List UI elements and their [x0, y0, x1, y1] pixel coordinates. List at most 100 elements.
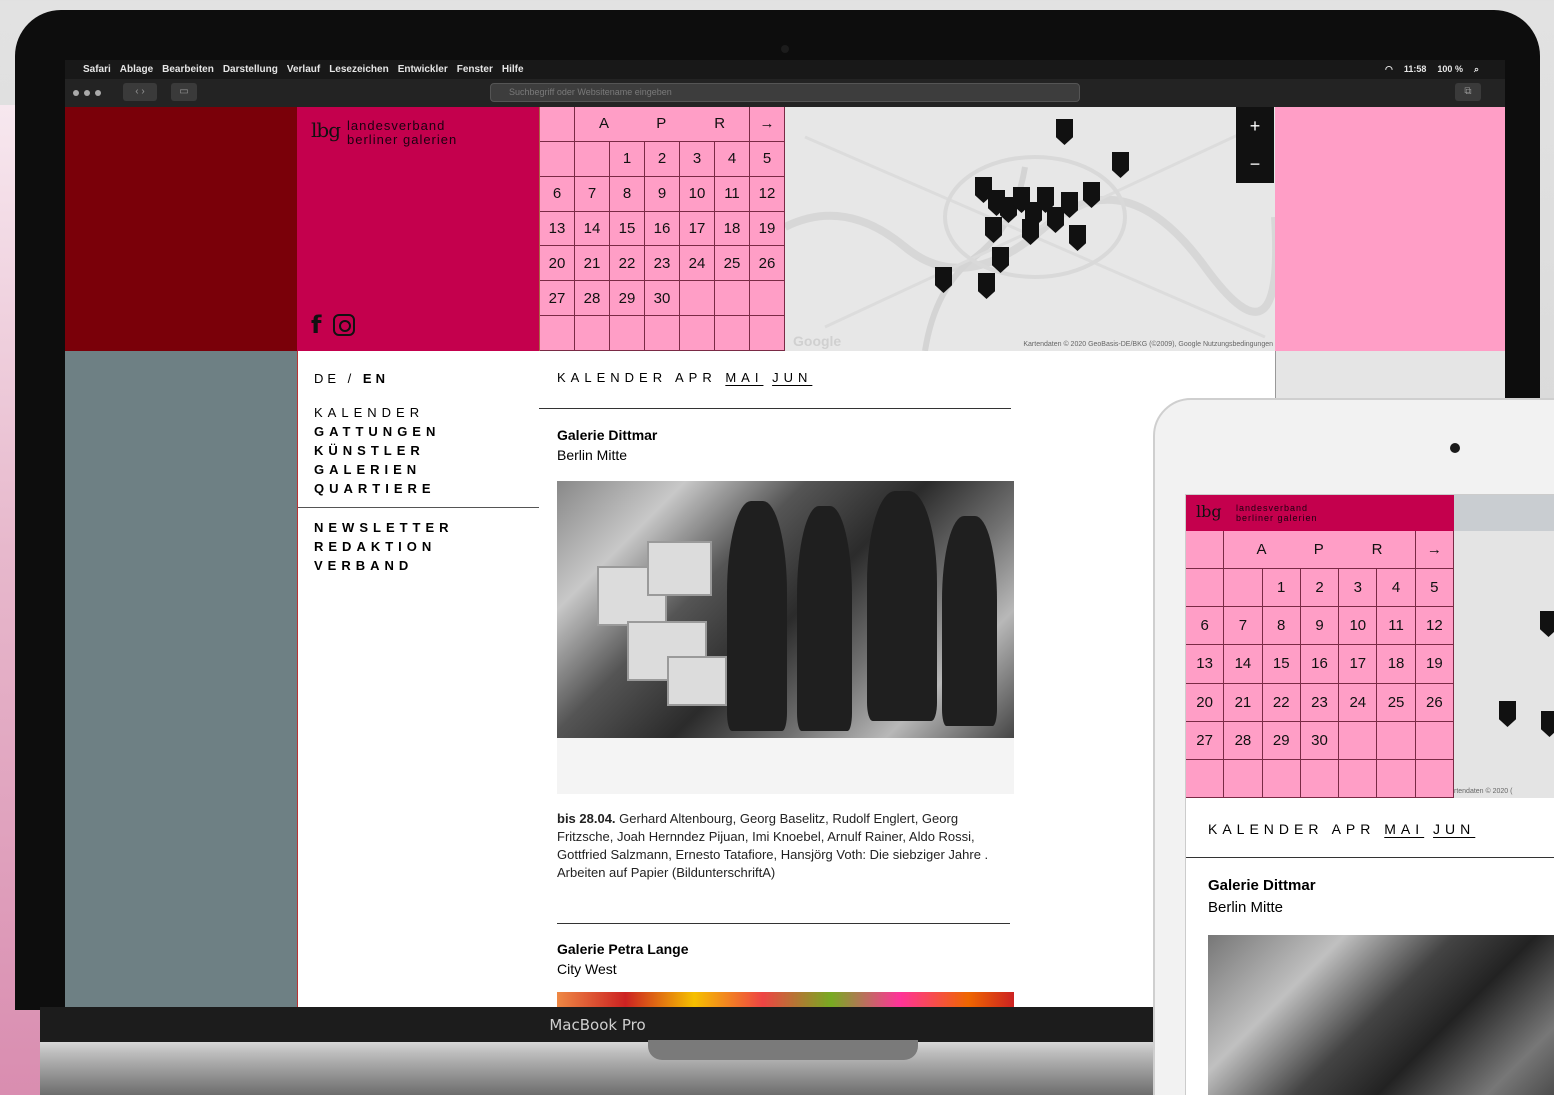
calendar-day-8[interactable]: 8	[610, 176, 645, 212]
calendar-day-23[interactable]: 23	[645, 246, 680, 282]
calendar-day-1[interactable]: 1	[1262, 569, 1301, 608]
gallery-name[interactable]: Galerie Petra Lange	[557, 941, 689, 957]
calendar-day-29[interactable]: 29	[1262, 721, 1301, 760]
back-forward-buttons[interactable]: ‹ ›	[123, 83, 157, 101]
wifi-icon[interactable]: ◠	[1385, 64, 1393, 75]
calendar-day-13[interactable]: 13	[1186, 645, 1225, 684]
calendar-day-11[interactable]: 11	[1377, 607, 1416, 646]
calendar-day-4[interactable]: 4	[715, 141, 750, 177]
calendar-day-19[interactable]: 19	[750, 211, 785, 247]
gallery-name[interactable]: Galerie Dittmar	[1208, 877, 1316, 894]
calendar-day-10[interactable]: 10	[1339, 607, 1378, 646]
calendar-day-26[interactable]: 26	[750, 246, 785, 282]
calendar-day-5[interactable]: 5	[750, 141, 785, 177]
calendar-day-28[interactable]: 28	[1224, 721, 1263, 760]
calendar-day-27[interactable]: 27	[1186, 721, 1225, 760]
calendar-day-24[interactable]: 24	[680, 246, 715, 282]
exhibition-photo[interactable]	[557, 992, 1014, 1008]
exhibition-photo[interactable]	[557, 481, 1014, 738]
minimize-window-icon[interactable]	[84, 90, 90, 96]
calendar-day-5[interactable]: 5	[1415, 569, 1454, 608]
calendar-day-21[interactable]: 21	[575, 246, 610, 282]
calendar-day-3[interactable]: 3	[1339, 569, 1378, 608]
calendar-day-10[interactable]: 10	[680, 176, 715, 212]
nav-quartiere[interactable]: QUARTIERE	[314, 479, 440, 498]
nav-newsletter[interactable]: NEWSLETTER	[314, 518, 454, 537]
calendar-day-13[interactable]: 13	[540, 211, 575, 247]
calendar-day-7[interactable]: 7	[575, 176, 610, 212]
map-marker[interactable]	[1541, 711, 1554, 737]
calendar-day-28[interactable]: 28	[575, 281, 610, 317]
calendar-next-button[interactable]: →	[750, 107, 785, 142]
calendar-day-18[interactable]: 18	[715, 211, 750, 247]
tabs-button[interactable]: ⧉	[1455, 83, 1481, 101]
menu-entwickler[interactable]: Entwickler	[398, 64, 448, 75]
calendar-day-17[interactable]: 17	[680, 211, 715, 247]
month-mai-link[interactable]: MAI	[725, 370, 763, 385]
nav-kuenstler[interactable]: KÜNSTLER	[314, 441, 440, 460]
calendar-day-9[interactable]: 9	[645, 176, 680, 212]
calendar-day-27[interactable]: 27	[540, 281, 575, 317]
map-copyright[interactable]: rtendaten © 2020 (	[1454, 788, 1512, 795]
map-copyright[interactable]: Kartendaten © 2020 GeoBasis-DE/BKG (©200…	[1023, 341, 1273, 348]
calendar-day-29[interactable]: 29	[610, 281, 645, 317]
search-icon[interactable]: ⌕	[1474, 64, 1479, 75]
calendar-next-button[interactable]: →	[1415, 531, 1454, 570]
menu-bearbeiten[interactable]: Bearbeiten	[162, 64, 214, 75]
calendar-day-24[interactable]: 24	[1339, 683, 1378, 722]
menu-verlauf[interactable]: Verlauf	[287, 64, 320, 75]
gallery-map[interactable]: Google Kartendaten © 2020 GeoBasis-DE/BK…	[785, 107, 1275, 351]
exhibition-photo[interactable]	[1208, 935, 1554, 1095]
menu-darstellung[interactable]: Darstellung	[223, 64, 278, 75]
menu-lesezeichen[interactable]: Lesezeichen	[329, 64, 388, 75]
lang-de[interactable]: DE	[314, 371, 340, 386]
month-jun-link[interactable]: JUN	[772, 370, 812, 385]
calendar-day-9[interactable]: 9	[1300, 607, 1340, 646]
map-marker[interactable]	[1499, 701, 1516, 727]
calendar-day-19[interactable]: 19	[1415, 645, 1454, 684]
zoom-window-icon[interactable]	[95, 90, 101, 96]
close-window-icon[interactable]	[73, 90, 79, 96]
calendar-day-30[interactable]: 30	[1300, 721, 1340, 760]
calendar-day-16[interactable]: 16	[645, 211, 680, 247]
calendar-day-11[interactable]: 11	[715, 176, 750, 212]
calendar-day-18[interactable]: 18	[1377, 645, 1416, 684]
calendar-day-7[interactable]: 7	[1224, 607, 1263, 646]
calendar-day-26[interactable]: 26	[1415, 683, 1454, 722]
tablet-logo-panel[interactable]: lbg landesverband berliner galerien	[1186, 495, 1454, 531]
calendar-day-12[interactable]: 12	[1415, 607, 1454, 646]
gallery-name[interactable]: Galerie Dittmar	[557, 427, 657, 443]
calendar-day-22[interactable]: 22	[610, 246, 645, 282]
calendar-day-1[interactable]: 1	[610, 141, 645, 177]
instagram-icon[interactable]	[333, 314, 356, 336]
nav-galerien[interactable]: GALERIEN	[314, 460, 440, 479]
sidebar-button[interactable]: ▭	[171, 83, 197, 101]
calendar-day-15[interactable]: 15	[610, 211, 645, 247]
zoom-out-button[interactable]: −	[1236, 145, 1274, 183]
lang-en[interactable]: EN	[363, 371, 389, 386]
nav-redaktion[interactable]: REDAKTION	[314, 537, 454, 556]
calendar-day-2[interactable]: 2	[1300, 569, 1340, 608]
nav-kalender[interactable]: KALENDER	[314, 403, 440, 422]
calendar-day-15[interactable]: 15	[1262, 645, 1301, 684]
calendar-day-3[interactable]: 3	[680, 141, 715, 177]
menu-fenster[interactable]: Fenster	[457, 64, 493, 75]
month-mai-link[interactable]: MAI	[1384, 821, 1424, 837]
tablet-gallery-map[interactable]: rtendaten © 2020 (	[1454, 531, 1554, 798]
calendar-day-23[interactable]: 23	[1300, 683, 1340, 722]
calendar-day-20[interactable]: 20	[1186, 683, 1225, 722]
calendar-day-8[interactable]: 8	[1262, 607, 1301, 646]
calendar-day-25[interactable]: 25	[1377, 683, 1416, 722]
calendar-day-14[interactable]: 14	[575, 211, 610, 247]
calendar-day-4[interactable]: 4	[1377, 569, 1416, 608]
calendar-day-14[interactable]: 14	[1224, 645, 1263, 684]
month-jun-link[interactable]: JUN	[1433, 821, 1475, 837]
menu-ablage[interactable]: Ablage	[120, 64, 153, 75]
calendar-day-2[interactable]: 2	[645, 141, 680, 177]
zoom-in-button[interactable]: +	[1236, 107, 1274, 145]
calendar-day-17[interactable]: 17	[1339, 645, 1378, 684]
address-bar[interactable]: Suchbegriff oder Websitename eingeben	[490, 83, 1080, 102]
nav-verband[interactable]: VERBAND	[314, 556, 454, 575]
calendar-day-22[interactable]: 22	[1262, 683, 1301, 722]
calendar-day-25[interactable]: 25	[715, 246, 750, 282]
